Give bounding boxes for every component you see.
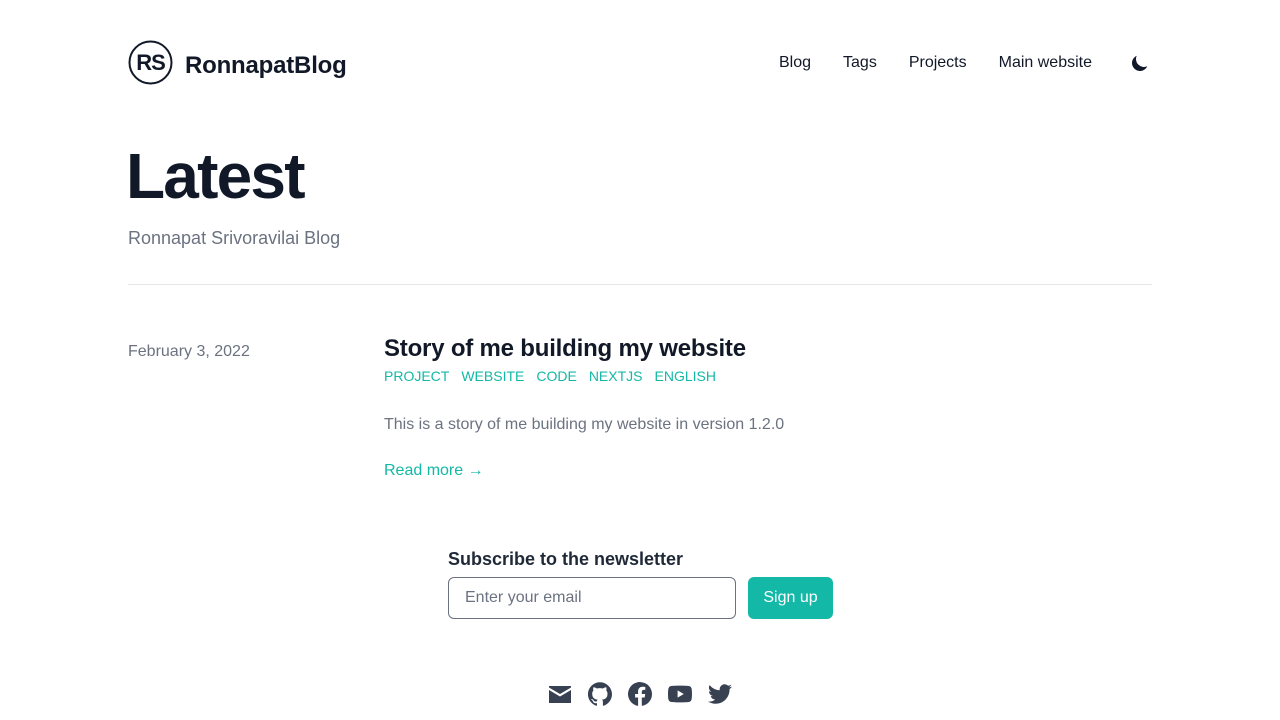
github-icon [588,682,612,706]
post-tags: PROJECT WEBSITE CODE NEXTJS ENGLISH [384,366,1152,386]
page-subtitle: Ronnapat Srivoravilai Blog [128,228,341,248]
nav-link-blog[interactable]: Blog [779,52,811,74]
github-link[interactable] [588,682,612,706]
signup-button[interactable]: Sign up [748,577,833,619]
post-date: February 3, 2022 [128,343,250,360]
facebook-link[interactable] [628,682,652,706]
tag-link[interactable]: PROJECT [384,366,449,386]
social-links [548,682,732,706]
mail-link[interactable] [548,682,572,706]
nav-link-main-website[interactable]: Main website [999,52,1092,74]
page-title: Latest [126,140,306,212]
youtube-link[interactable] [668,682,692,706]
logo-icon: RS [128,40,173,85]
twitter-link[interactable] [708,682,732,706]
tag-link[interactable]: NEXTJS [589,366,643,386]
theme-toggle-button[interactable] [1128,51,1152,75]
main-nav: Blog Tags Projects Main website [779,51,1152,75]
tag-link[interactable]: WEBSITE [461,366,524,386]
site-title: RonnapatBlog [185,51,347,79]
nav-link-projects[interactable]: Projects [909,52,967,74]
moon-icon [1132,55,1148,71]
post-summary: This is a story of me building my websit… [384,416,785,433]
facebook-icon [628,682,652,706]
logo-text: RS [136,50,165,75]
tag-link[interactable]: CODE [536,366,576,386]
mail-icon [549,685,571,703]
post-title-link[interactable]: Story of me building my website [384,334,746,364]
youtube-icon [668,685,692,703]
newsletter-title: Subscribe to the newsletter [448,549,684,569]
divider [128,284,1152,285]
page: RS RonnapatBlog Blog Tags Projects Main … [0,0,1280,720]
email-input[interactable] [448,577,736,619]
twitter-icon [708,684,732,704]
home-logo-link[interactable]: RS RonnapatBlog [128,40,347,85]
tag-link[interactable]: ENGLISH [655,366,716,386]
post-item: Story of me building my website PROJECT … [384,334,1152,482]
nav-link-tags[interactable]: Tags [843,52,877,74]
read-more-link[interactable]: Read more → [384,460,484,482]
